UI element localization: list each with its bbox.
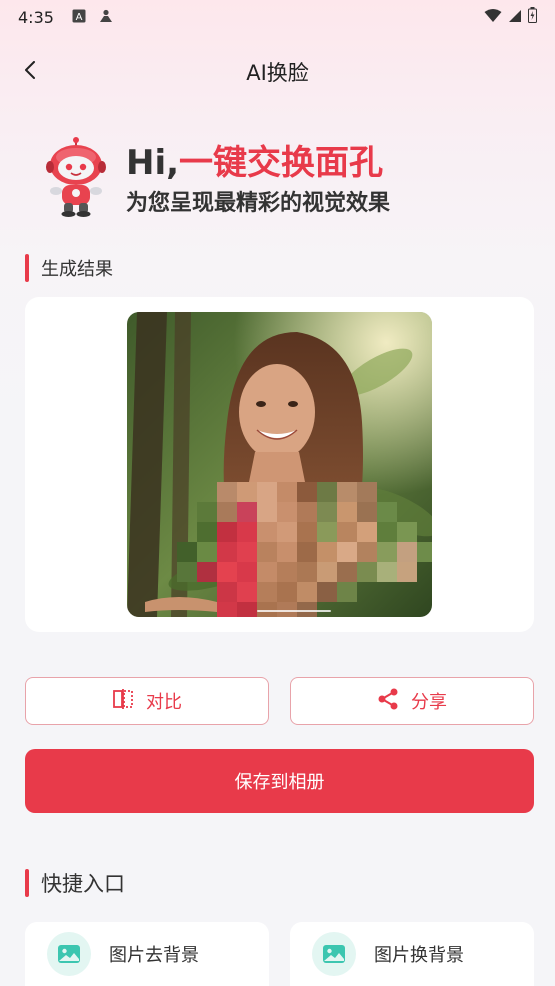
robot-mascot-icon — [40, 135, 112, 217]
svg-text:A: A — [76, 12, 83, 23]
quick-item-label: 图片去背景 — [109, 945, 199, 966]
hero-title-accent: 一键交换面孔 — [179, 143, 384, 183]
hero-title-prefix: Hi, — [126, 143, 180, 183]
image-icon — [47, 932, 91, 976]
save-to-album-label: 保存到相册 — [234, 772, 325, 793]
share-icon — [377, 688, 399, 714]
hero-banner: Hi,一键交换面孔 为您呈现最精彩的视觉效果 — [40, 135, 520, 225]
save-to-album-button[interactable]: 保存到相册 — [25, 749, 534, 813]
compare-button[interactable]: 对比 — [25, 677, 269, 725]
quick-section-header: 快捷入口 — [25, 868, 125, 898]
nav-bar: AI换脸 — [0, 48, 555, 96]
compare-label: 对比 — [146, 692, 182, 713]
share-label: 分享 — [411, 692, 447, 713]
signal-icon — [508, 8, 522, 27]
result-card — [25, 297, 534, 632]
quick-item-change-background[interactable]: 图片换背景 — [290, 922, 534, 986]
a-box-icon: A — [72, 8, 86, 27]
page-title: AI换脸 — [246, 61, 309, 85]
battery-icon — [528, 7, 537, 27]
image-icon — [312, 932, 356, 976]
back-arrow-icon — [24, 61, 36, 83]
back-button[interactable] — [14, 56, 46, 88]
result-section-header: 生成结果 — [25, 254, 113, 282]
compare-icon — [112, 689, 134, 713]
quick-section-label: 快捷入口 — [41, 872, 125, 896]
wifi-icon — [484, 8, 502, 27]
result-image[interactable] — [127, 312, 432, 617]
status-bar: 4:35 A — [0, 0, 555, 34]
section-accent-bar — [25, 869, 29, 897]
status-time: 4:35 — [18, 7, 54, 27]
hero-title: Hi,一键交换面孔 — [126, 135, 383, 184]
hero-subtitle: 为您呈现最精彩的视觉效果 — [126, 191, 391, 216]
quick-item-label: 图片换背景 — [374, 945, 464, 966]
quick-item-remove-background[interactable]: 图片去背景 — [25, 922, 269, 986]
result-section-label: 生成结果 — [41, 259, 113, 280]
share-button[interactable]: 分享 — [290, 677, 534, 725]
person-icon — [98, 8, 114, 27]
section-accent-bar — [25, 254, 29, 282]
